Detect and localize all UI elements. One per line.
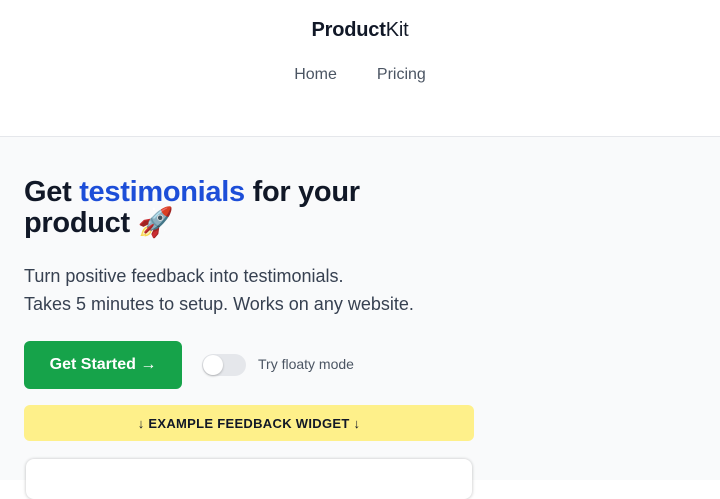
headline-accent: testimonials — [79, 176, 245, 208]
hero-section: Get testimonials for your product 🚀 Turn… — [0, 137, 720, 499]
nav-link-pricing[interactable]: Pricing — [377, 66, 426, 84]
brand-logo[interactable]: ProductKit — [0, 19, 720, 42]
floaty-mode-label[interactable]: Try floaty mode — [258, 356, 354, 372]
subtitle-line-1: Turn positive feedback into testimonials… — [24, 266, 344, 286]
feedback-widget-card — [26, 459, 472, 499]
site-header: ProductKit Home Pricing — [0, 0, 720, 137]
nav-link-home[interactable]: Home — [294, 66, 337, 84]
subtitle-line-2: Takes 5 minutes to setup. Works on any w… — [24, 294, 414, 314]
toggle-knob — [203, 355, 223, 375]
hero-headline: Get testimonials for your product 🚀 — [24, 177, 444, 239]
main-nav: Home Pricing — [0, 66, 720, 84]
brand-name-light: Kit — [385, 19, 409, 41]
floaty-mode-toggle[interactable] — [202, 354, 246, 376]
headline-prefix: Get — [24, 176, 80, 208]
brand-name-bold: Product — [311, 19, 386, 41]
get-started-button[interactable]: Get Started → — [24, 341, 182, 389]
example-widget-banner: ↓ EXAMPLE FEEDBACK WIDGET ↓ — [24, 405, 474, 441]
hero-subtitle: Turn positive feedback into testimonials… — [24, 262, 484, 318]
